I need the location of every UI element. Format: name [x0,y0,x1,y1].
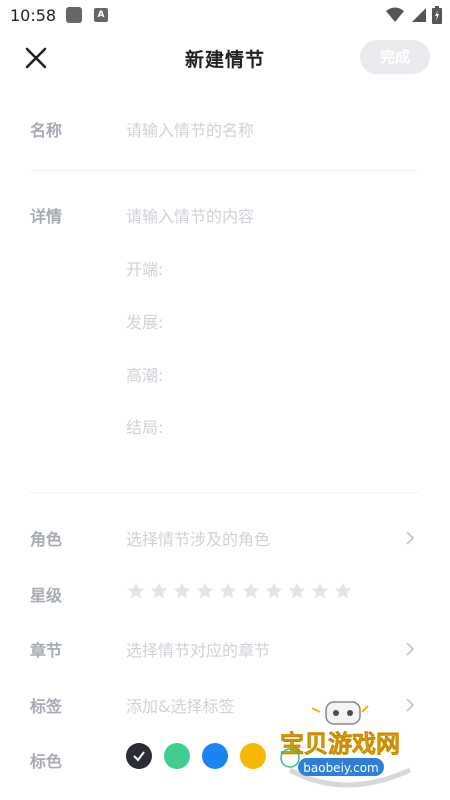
color-option[interactable] [202,743,228,769]
color-option[interactable] [126,743,152,769]
detail-label: 详情 [30,207,63,226]
star-rating-label: 星级 [30,586,63,605]
color-option[interactable] [164,743,190,769]
chapter-label: 章节 [30,641,63,660]
star-icon[interactable] [333,581,353,601]
detail-beginning: 开端: [126,260,164,279]
app-notification-icon: A [94,8,108,22]
chapter-select: 选择情节对应的章节 [126,641,271,660]
mark-color-label: 标色 [30,752,63,771]
signal-icon [412,8,426,22]
status-time: 10:58 [10,6,57,25]
divider [30,492,418,493]
status-bar: 10:58 A [0,0,450,32]
star-icon[interactable] [241,581,261,601]
star-icon[interactable] [149,581,169,601]
chevron-right-icon [406,531,415,545]
star-icon[interactable] [264,581,284,601]
divider [30,170,418,171]
watermark-url: baobeiy.com [303,761,378,775]
wifi-icon [386,7,404,22]
name-input[interactable]: 请输入情节的名称 [126,117,254,141]
star-icon[interactable] [218,581,238,601]
tags-select: 添加&选择标签 [126,697,235,716]
star-icon[interactable] [126,581,146,601]
chevron-right-icon [406,642,415,656]
tags-label: 标签 [30,697,63,716]
role-label: 角色 [30,530,63,549]
watermark-logo: 宝贝游戏网 baobeiy.com [280,701,412,788]
status-icons [386,6,442,24]
star-icon[interactable] [287,581,307,601]
detail-ending: 结局: [126,418,164,437]
star-icon[interactable] [195,581,215,601]
name-label: 名称 [30,121,63,140]
detail-placeholder: 请输入情节的内容 [126,207,255,226]
star-icon[interactable] [310,581,330,601]
color-options [126,743,266,769]
detail-development: 发展: [126,313,164,332]
battery-icon [432,6,442,24]
role-select: 选择情节涉及的角色 [126,530,271,549]
detail-climax: 高潮: [126,366,164,385]
top-bar: 新建情节 完成 [0,32,450,84]
check-icon [133,751,145,762]
star-icon[interactable] [172,581,192,601]
notification-icon [66,7,82,23]
done-button[interactable]: 完成 [360,40,430,74]
star-rating[interactable] [126,581,353,601]
